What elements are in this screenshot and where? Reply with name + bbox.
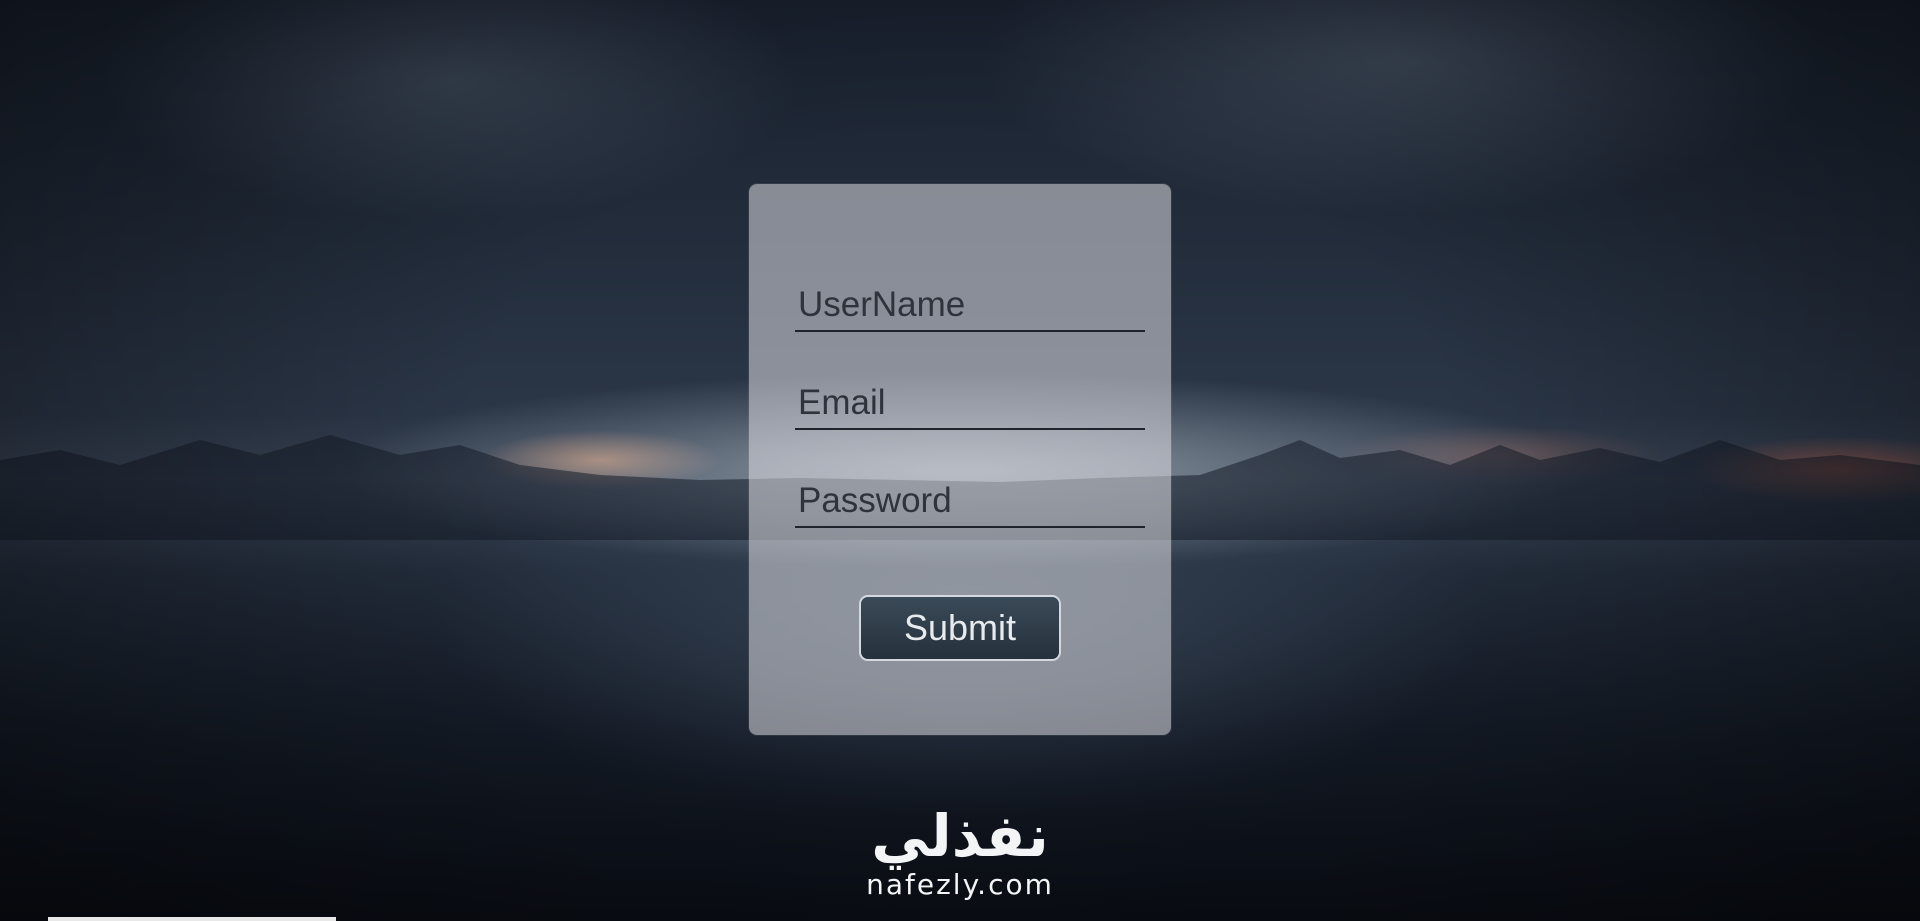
password-input[interactable] [795, 476, 1145, 528]
signup-form-card: Submit [749, 184, 1171, 735]
email-input[interactable] [795, 378, 1145, 430]
submit-button[interactable]: Submit [859, 595, 1061, 661]
watermark-arabic-text: نفذلي [871, 802, 1049, 870]
watermark-domain-text: nafezly.com [866, 868, 1054, 901]
username-input[interactable] [795, 280, 1145, 332]
nafezly-watermark-logo: نفذلي nafezly.com [850, 805, 1070, 901]
bottom-divider [48, 917, 336, 921]
